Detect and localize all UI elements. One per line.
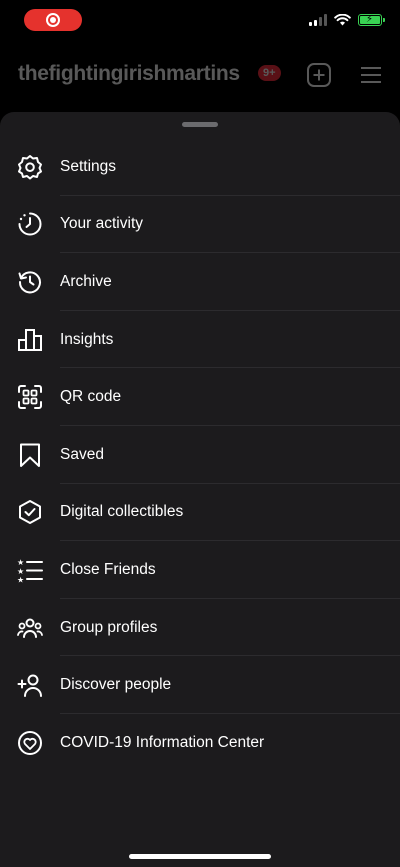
wifi-icon xyxy=(334,14,351,26)
menu-item-label: COVID-19 Information Center xyxy=(60,733,265,751)
menu-item-label: Settings xyxy=(60,157,117,175)
close-friends-star-list-icon: ★ ★ ★ xyxy=(16,556,44,584)
insights-bar-chart-icon xyxy=(16,326,44,354)
menu-item-covid-19-information-center[interactable]: COVID-19 Information Center xyxy=(0,714,400,772)
menu-item-settings[interactable]: Settings xyxy=(0,138,400,196)
qr-code-icon xyxy=(16,383,44,411)
svg-text:★: ★ xyxy=(17,558,24,567)
record-icon xyxy=(46,13,60,27)
group-people-icon xyxy=(16,614,44,642)
settings-gear-icon xyxy=(16,153,44,181)
menu-item-label: Insights xyxy=(60,330,114,348)
menu-item-label: Discover people xyxy=(60,676,172,694)
menu-item-label: Digital collectibles xyxy=(60,503,184,521)
activity-clock-icon xyxy=(16,210,44,238)
home-indicator[interactable] xyxy=(129,854,271,859)
battery-charging-icon: ⚡ xyxy=(358,14,385,26)
status-icons: ⚡ xyxy=(309,14,385,26)
collectible-hexagon-check-icon xyxy=(16,498,44,526)
covid-heart-icon xyxy=(16,729,44,757)
add-person-icon xyxy=(16,671,44,699)
menu-item-label: Close Friends xyxy=(60,560,156,578)
menu-item-digital-collectibles[interactable]: Digital collectibles xyxy=(0,484,400,542)
menu-item-label: Archive xyxy=(60,272,112,290)
sheet-drag-handle[interactable] xyxy=(182,122,218,127)
menu-list: Settings Your activity Archive Insights xyxy=(0,138,400,772)
menu-item-label: QR code xyxy=(60,388,122,406)
menu-item-label: Group profiles xyxy=(60,618,158,636)
hamburger-menu-icon[interactable] xyxy=(358,62,384,88)
menu-item-group-profiles[interactable]: Group profiles xyxy=(0,599,400,657)
menu-item-your-activity[interactable]: Your activity xyxy=(0,196,400,254)
menu-item-insights[interactable]: Insights xyxy=(0,311,400,369)
screen-recording-indicator[interactable] xyxy=(24,9,82,31)
notification-badge: 9+ xyxy=(258,65,281,81)
archive-history-icon xyxy=(16,268,44,296)
menu-bottom-sheet: Settings Your activity Archive Insights xyxy=(0,112,400,867)
menu-item-label: Saved xyxy=(60,445,104,463)
status-bar: ⚡ xyxy=(0,0,400,44)
svg-text:★: ★ xyxy=(17,575,24,583)
cellular-signal-icon xyxy=(309,14,327,26)
menu-item-qr-code[interactable]: QR code xyxy=(0,368,400,426)
menu-item-close-friends[interactable]: ★ ★ ★ Close Friends xyxy=(0,541,400,599)
menu-item-saved[interactable]: Saved xyxy=(0,426,400,484)
menu-item-label: Your activity xyxy=(60,215,143,233)
profile-username[interactable]: thefightingirishmartins xyxy=(18,62,240,86)
bookmark-icon xyxy=(16,441,44,469)
create-post-icon[interactable] xyxy=(306,62,332,88)
menu-item-archive[interactable]: Archive xyxy=(0,253,400,311)
menu-item-discover-people[interactable]: Discover people xyxy=(0,656,400,714)
profile-header: thefightingirishmartins 9+ xyxy=(0,56,400,96)
